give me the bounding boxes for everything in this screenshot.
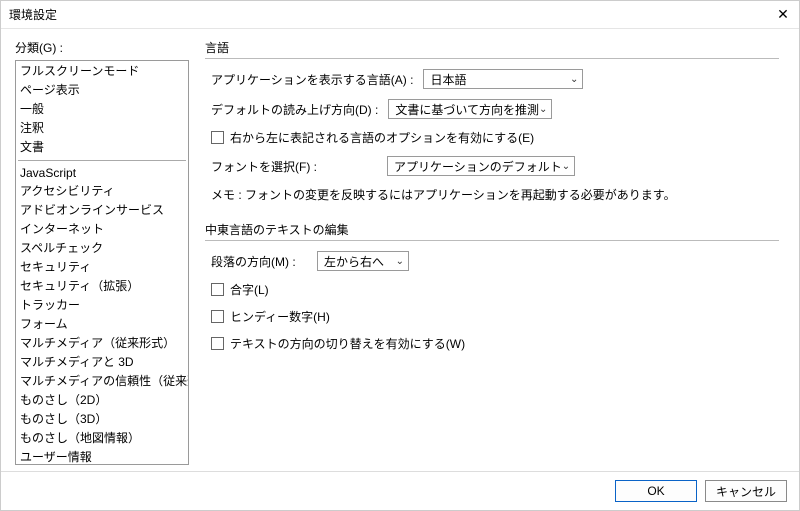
text-direction-switch-checkbox[interactable] — [211, 337, 224, 350]
ligatures-label: 合字(L) — [230, 281, 269, 298]
list-separator — [18, 160, 186, 161]
list-item[interactable]: セキュリティ（拡張） — [16, 276, 188, 295]
ok-button[interactable]: OK — [615, 480, 697, 502]
reading-direction-combo[interactable]: 文書に基づいて方向を推測 ⌄ — [388, 99, 552, 119]
app-language-value: 日本語 — [430, 71, 466, 88]
list-item[interactable]: ユーザー情報 — [16, 447, 188, 465]
paragraph-direction-combo[interactable]: 左から右へ ⌄ — [317, 251, 409, 271]
hindi-digits-label: ヒンディー数字(H) — [230, 308, 330, 325]
main-panel: 言語 アプリケーションを表示する言語(A) : 日本語 ⌄ デフォルトの読み上げ… — [199, 39, 785, 465]
dialog-body: 分類(G) : フルスクリーンモードページ表示一般注釈文書JavaScriptア… — [1, 29, 799, 471]
list-item[interactable]: セキュリティ — [16, 257, 188, 276]
list-item[interactable]: ものさし（3D） — [16, 409, 188, 428]
font-label: フォントを選択(F) : — [211, 158, 377, 175]
titlebar: 環境設定 ✕ — [1, 1, 799, 29]
list-item[interactable]: 文書 — [16, 137, 188, 156]
font-row: フォントを選択(F) : アプリケーションのデフォルト ⌄ — [205, 156, 779, 176]
rtl-option-row: 右から左に表記される言語のオプションを有効にする(E) — [205, 129, 779, 146]
chevron-down-icon: ⌄ — [539, 104, 547, 115]
hindi-digits-checkbox[interactable] — [211, 310, 224, 323]
list-item[interactable]: スペルチェック — [16, 238, 188, 257]
list-item[interactable]: アクセシビリティ — [16, 181, 188, 200]
close-icon[interactable]: ✕ — [775, 7, 791, 23]
app-language-label: アプリケーションを表示する言語(A) : — [211, 71, 413, 88]
paragraph-direction-row: 段落の方向(M) : 左から右へ ⌄ — [205, 251, 779, 271]
list-item[interactable]: JavaScript — [16, 165, 188, 181]
list-item[interactable]: アドビオンラインサービス — [16, 200, 188, 219]
paragraph-direction-value: 左から右へ — [324, 253, 384, 270]
reading-direction-value: 文書に基づいて方向を推測 — [395, 101, 539, 118]
chevron-down-icon: ⌄ — [396, 256, 404, 267]
text-direction-switch-row: テキストの方向の切り替えを有効にする(W) — [205, 335, 779, 352]
list-item[interactable]: インターネット — [16, 219, 188, 238]
list-item[interactable]: 注釈 — [16, 118, 188, 137]
text-direction-switch-label: テキストの方向の切り替えを有効にする(W) — [230, 335, 465, 352]
list-item[interactable]: フルスクリーンモード — [16, 61, 188, 80]
list-item[interactable]: マルチメディア（従来形式） — [16, 333, 188, 352]
font-note: メモ : フォントの変更を反映するにはアプリケーションを再起動する必要があります… — [205, 186, 779, 203]
category-label: 分類(G) : — [15, 39, 189, 56]
list-item[interactable]: フォーム — [16, 314, 188, 333]
preferences-dialog: 環境設定 ✕ 分類(G) : フルスクリーンモードページ表示一般注釈文書 Java… — [0, 0, 800, 511]
list-item[interactable]: ものさし（地図情報） — [16, 428, 188, 447]
cancel-button[interactable]: キャンセル — [705, 480, 787, 502]
sidebar: 分類(G) : フルスクリーンモードページ表示一般注釈文書JavaScriptア… — [15, 39, 189, 465]
rtl-label: 右から左に表記される言語のオプションを有効にする(E) — [230, 129, 534, 146]
font-value: アプリケーションのデフォルト — [394, 158, 562, 175]
app-language-row: アプリケーションを表示する言語(A) : 日本語 ⌄ — [205, 69, 779, 89]
list-item[interactable]: マルチメディアの信頼性（従来形式） — [16, 371, 188, 390]
list-item[interactable]: トラッカー — [16, 295, 188, 314]
paragraph-direction-label: 段落の方向(M) : — [211, 253, 307, 270]
font-combo[interactable]: アプリケーションのデフォルト ⌄ — [387, 156, 575, 176]
rtl-checkbox[interactable] — [211, 131, 224, 144]
dialog-footer: OK キャンセル — [1, 471, 799, 510]
hindi-digits-row: ヒンディー数字(H) — [205, 308, 779, 325]
category-list[interactable]: フルスクリーンモードページ表示一般注釈文書 JavaScriptアクセシビリティア… — [15, 60, 189, 465]
app-language-combo[interactable]: 日本語 ⌄ — [423, 69, 583, 89]
list-item[interactable]: 一般 — [16, 99, 188, 118]
reading-direction-row: デフォルトの読み上げ方向(D) : 文書に基づいて方向を推測 ⌄ — [205, 99, 779, 119]
chevron-down-icon: ⌄ — [570, 74, 578, 85]
reading-direction-label: デフォルトの読み上げ方向(D) : — [211, 101, 378, 118]
list-item[interactable]: マルチメディアと 3D — [16, 352, 188, 371]
ligatures-row: 合字(L) — [205, 281, 779, 298]
chevron-down-icon: ⌄ — [562, 161, 570, 172]
group-language-title: 言語 — [205, 39, 779, 59]
list-item[interactable]: ものさし（2D） — [16, 390, 188, 409]
ligatures-checkbox[interactable] — [211, 283, 224, 296]
dialog-title: 環境設定 — [9, 6, 57, 23]
list-item[interactable]: ページ表示 — [16, 80, 188, 99]
group-middle-east-title: 中東言語のテキストの編集 — [205, 221, 779, 241]
